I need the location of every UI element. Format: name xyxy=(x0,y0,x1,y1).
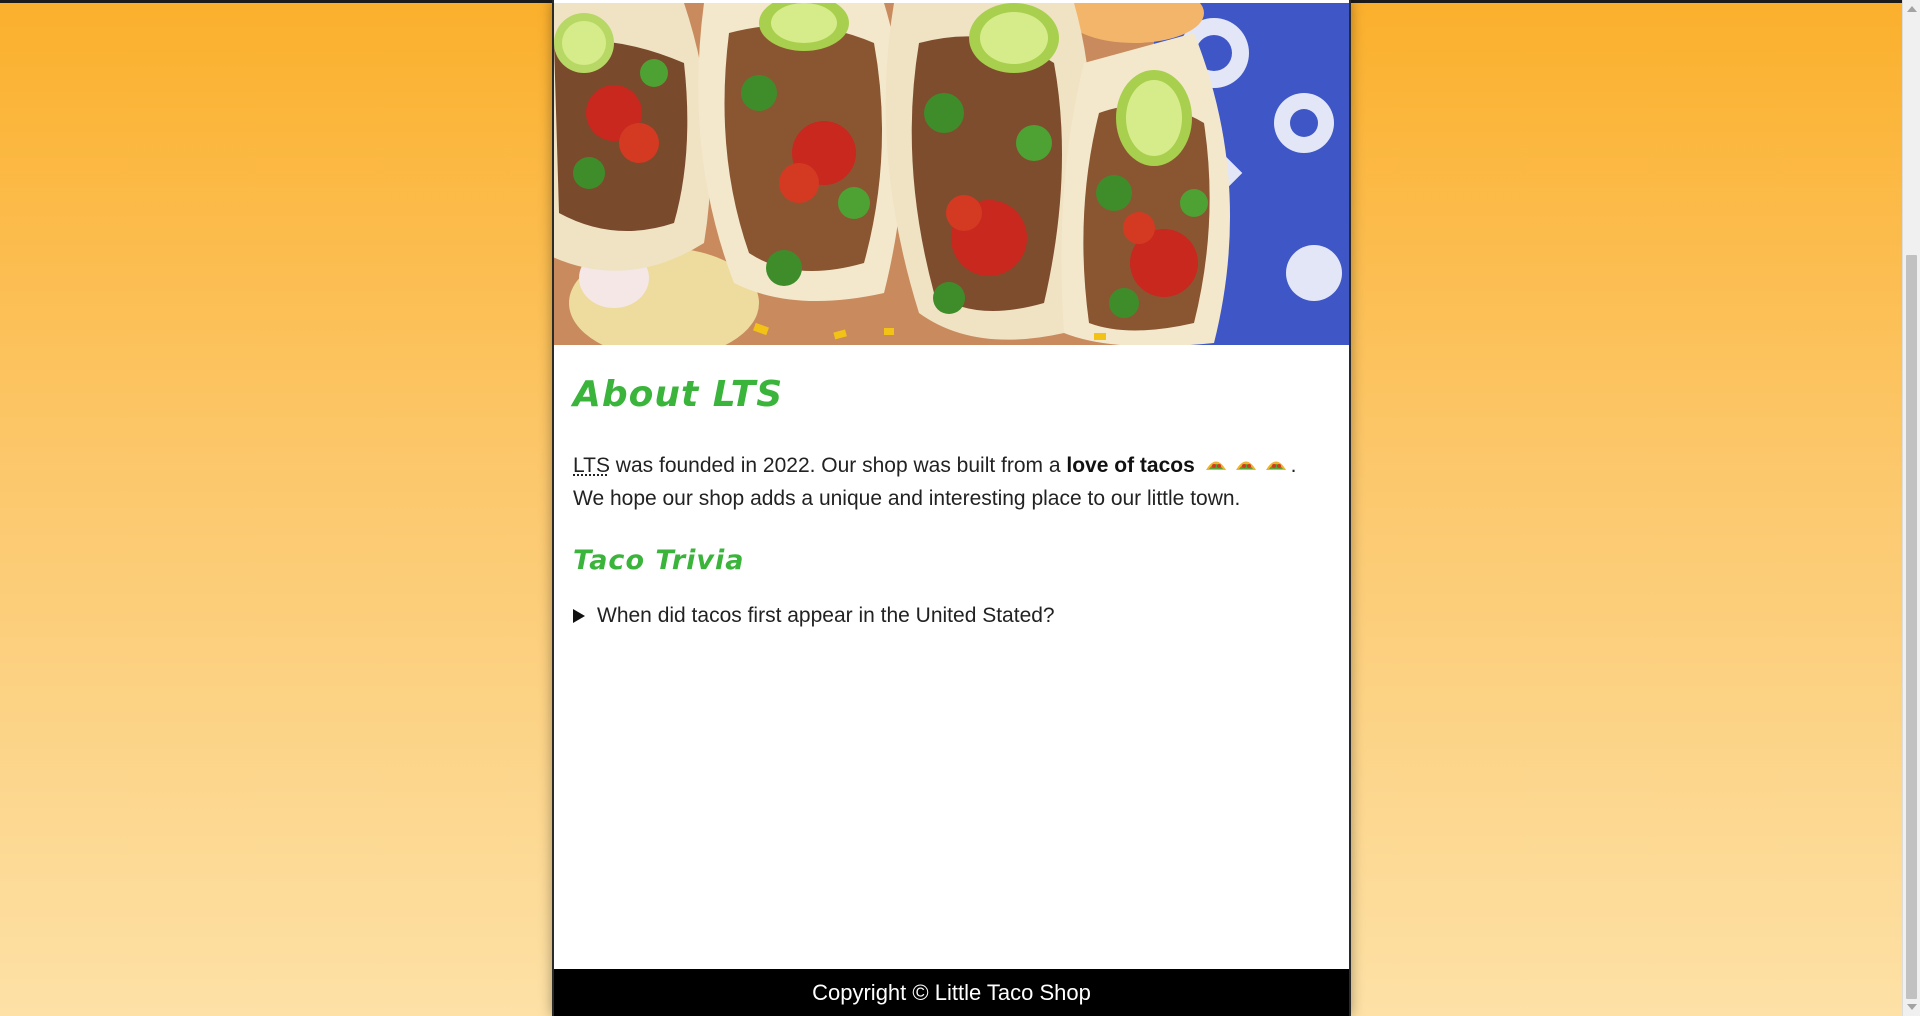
taco-emoji-icon xyxy=(1205,461,1226,470)
about-text-part-1: was founded in 2022. Our shop was built … xyxy=(609,453,1067,477)
scroll-down-arrow-icon[interactable] xyxy=(1907,1004,1917,1010)
main-page: About LTS LTS was founded in 2022. Our s… xyxy=(552,0,1351,1016)
tacos-photo-icon xyxy=(554,3,1349,345)
about-paragraph: LTS was founded in 2022. Our shop was bu… xyxy=(573,449,1333,515)
vertical-scrollbar[interactable] xyxy=(1902,0,1920,1016)
scroll-up-arrow-icon[interactable] xyxy=(1907,6,1917,12)
triangle-right-icon xyxy=(573,608,585,623)
lts-abbreviation[interactable]: LTS xyxy=(573,454,610,477)
trivia-question-text: When did tacos first appear in the Unite… xyxy=(597,603,1055,627)
copyright-text: Copyright © Little Taco Shop xyxy=(812,979,1091,1005)
page-footer: Copyright © Little Taco Shop xyxy=(554,969,1349,1016)
love-of-tacos-bold: love of tacos xyxy=(1066,453,1195,477)
taco-trivia-heading: Taco Trivia xyxy=(573,544,745,576)
scroll-thumb[interactable] xyxy=(1906,255,1917,999)
tacos-hero-image xyxy=(554,3,1349,345)
trivia-question-details[interactable]: When did tacos first appear in the Unite… xyxy=(573,604,1333,628)
taco-emoji-icon xyxy=(1235,461,1256,470)
taco-emoji-icon xyxy=(1265,461,1286,470)
about-heading: About LTS xyxy=(573,374,784,415)
about-section: About LTS LTS was founded in 2022. Our s… xyxy=(573,345,1333,628)
trivia-question-summary[interactable]: When did tacos first appear in the Unite… xyxy=(573,604,1333,628)
